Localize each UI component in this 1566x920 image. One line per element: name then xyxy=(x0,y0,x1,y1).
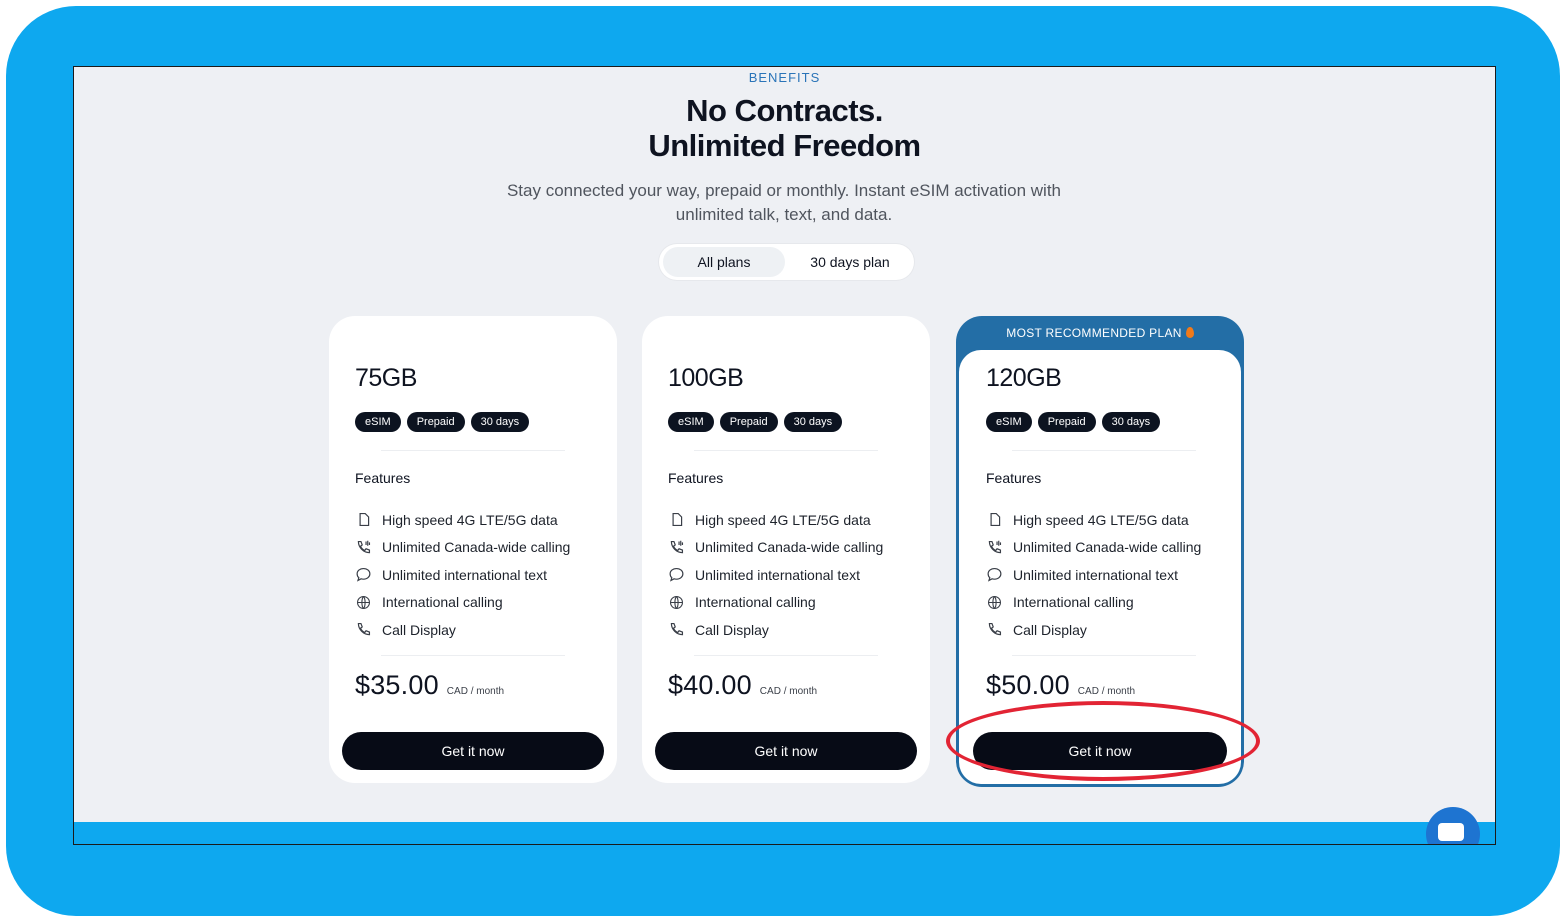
tab-30-days-plan[interactable]: 30 days plan xyxy=(789,247,911,277)
feature-item: International calling xyxy=(355,589,570,617)
chat-bubble-icon[interactable] xyxy=(1426,807,1480,844)
footer-strip xyxy=(74,822,1495,844)
feature-item: International calling xyxy=(986,589,1201,617)
tag-prepaid: Prepaid xyxy=(406,412,465,432)
features-heading: Features xyxy=(355,470,411,486)
plan-filter-toggle: All plans 30 days plan xyxy=(659,244,914,280)
divider xyxy=(1012,655,1196,656)
get-it-now-button[interactable]: Get it now xyxy=(655,732,917,770)
tag-esim: eSIM xyxy=(668,412,714,432)
browser-viewport: BENEFITS No Contracts. Unlimited Freedom… xyxy=(73,66,1496,845)
features-heading: Features xyxy=(668,470,724,486)
chat-icon xyxy=(669,568,684,582)
phone-icon xyxy=(357,623,371,636)
page-title: No Contracts. Unlimited Freedom xyxy=(74,93,1495,163)
phone-wave-icon xyxy=(357,540,371,553)
feature-item: Unlimited Canada-wide calling xyxy=(355,534,570,562)
feature-list: High speed 4G LTE/5G data Unlimited Cana… xyxy=(986,506,1201,644)
tag-duration: 30 days xyxy=(783,412,843,432)
title-line-2: Unlimited Freedom xyxy=(648,128,921,163)
price-unit: CAD / month xyxy=(759,686,818,697)
page-subtitle: Stay connected your way, prepaid or mont… xyxy=(506,181,1062,224)
plan-name: 75GB xyxy=(355,364,417,392)
feature-item: High speed 4G LTE/5G data xyxy=(668,506,883,534)
globe-icon xyxy=(987,595,1002,609)
divider xyxy=(694,655,878,656)
plan-tags: eSIM Prepaid 30 days xyxy=(986,412,1161,432)
feature-item: Unlimited international text xyxy=(986,561,1201,589)
feature-item: Call Display xyxy=(986,616,1201,644)
feature-item: Unlimited international text xyxy=(355,561,570,589)
plan-price: $50.00 xyxy=(986,670,1070,700)
chat-icon xyxy=(987,568,1002,582)
price-unit: CAD / month xyxy=(1077,686,1136,697)
globe-icon xyxy=(356,595,371,609)
sim-icon xyxy=(672,513,683,527)
plan-card-100gb: 100GB eSIM Prepaid 30 days Features High… xyxy=(642,316,930,783)
tab-all-plans[interactable]: All plans xyxy=(663,247,785,277)
feature-item: Call Display xyxy=(668,616,883,644)
feature-item: Unlimited Canada-wide calling xyxy=(668,534,883,562)
phone-wave-icon xyxy=(670,540,684,553)
chat-icon xyxy=(356,568,371,582)
plan-tags: eSIM Prepaid 30 days xyxy=(355,412,530,432)
plan-tags: eSIM Prepaid 30 days xyxy=(668,412,843,432)
red-highlight-annotation xyxy=(946,701,1260,781)
feature-list: High speed 4G LTE/5G data Unlimited Cana… xyxy=(668,506,883,644)
section-eyebrow: BENEFITS xyxy=(748,70,821,85)
feature-item: Call Display xyxy=(355,616,570,644)
plan-card-75gb: 75GB eSIM Prepaid 30 days Features High … xyxy=(329,316,617,783)
feature-item: International calling xyxy=(668,589,883,617)
price-row: $40.00 CAD / month xyxy=(668,670,817,701)
phone-icon xyxy=(988,623,1002,636)
feature-item: Unlimited international text xyxy=(668,561,883,589)
tag-duration: 30 days xyxy=(470,412,530,432)
price-row: $35.00 CAD / month xyxy=(355,670,504,701)
tag-prepaid: Prepaid xyxy=(1037,412,1096,432)
chat-glyph xyxy=(1438,823,1464,841)
divider xyxy=(381,450,565,451)
tag-prepaid: Prepaid xyxy=(719,412,778,432)
divider xyxy=(1012,450,1196,451)
plan-name: 120GB xyxy=(986,364,1062,392)
price-unit: CAD / month xyxy=(446,686,505,697)
features-heading: Features xyxy=(986,470,1042,486)
get-it-now-button[interactable]: Get it now xyxy=(342,732,604,770)
phone-wave-icon xyxy=(988,540,1002,553)
fire-icon xyxy=(1185,327,1194,338)
globe-icon xyxy=(669,595,684,609)
title-line-1: No Contracts. xyxy=(686,93,883,128)
feature-list: High speed 4G LTE/5G data Unlimited Cana… xyxy=(355,506,570,644)
divider xyxy=(381,655,565,656)
plan-price: $35.00 xyxy=(355,670,439,700)
tag-esim: eSIM xyxy=(355,412,401,432)
sim-icon xyxy=(990,513,1001,527)
recommended-banner: MOST RECOMMENDED PLAN xyxy=(956,326,1244,340)
feature-item: High speed 4G LTE/5G data xyxy=(355,506,570,534)
tag-esim: eSIM xyxy=(986,412,1032,432)
feature-item: Unlimited Canada-wide calling xyxy=(986,534,1201,562)
plan-price: $40.00 xyxy=(668,670,752,700)
divider xyxy=(694,450,878,451)
phone-icon xyxy=(670,623,684,636)
recommended-label: MOST RECOMMENDED PLAN xyxy=(1006,326,1182,340)
plan-name: 100GB xyxy=(668,364,744,392)
feature-item: High speed 4G LTE/5G data xyxy=(986,506,1201,534)
tag-duration: 30 days xyxy=(1101,412,1161,432)
price-row: $50.00 CAD / month xyxy=(986,670,1135,701)
sim-icon xyxy=(359,513,370,527)
